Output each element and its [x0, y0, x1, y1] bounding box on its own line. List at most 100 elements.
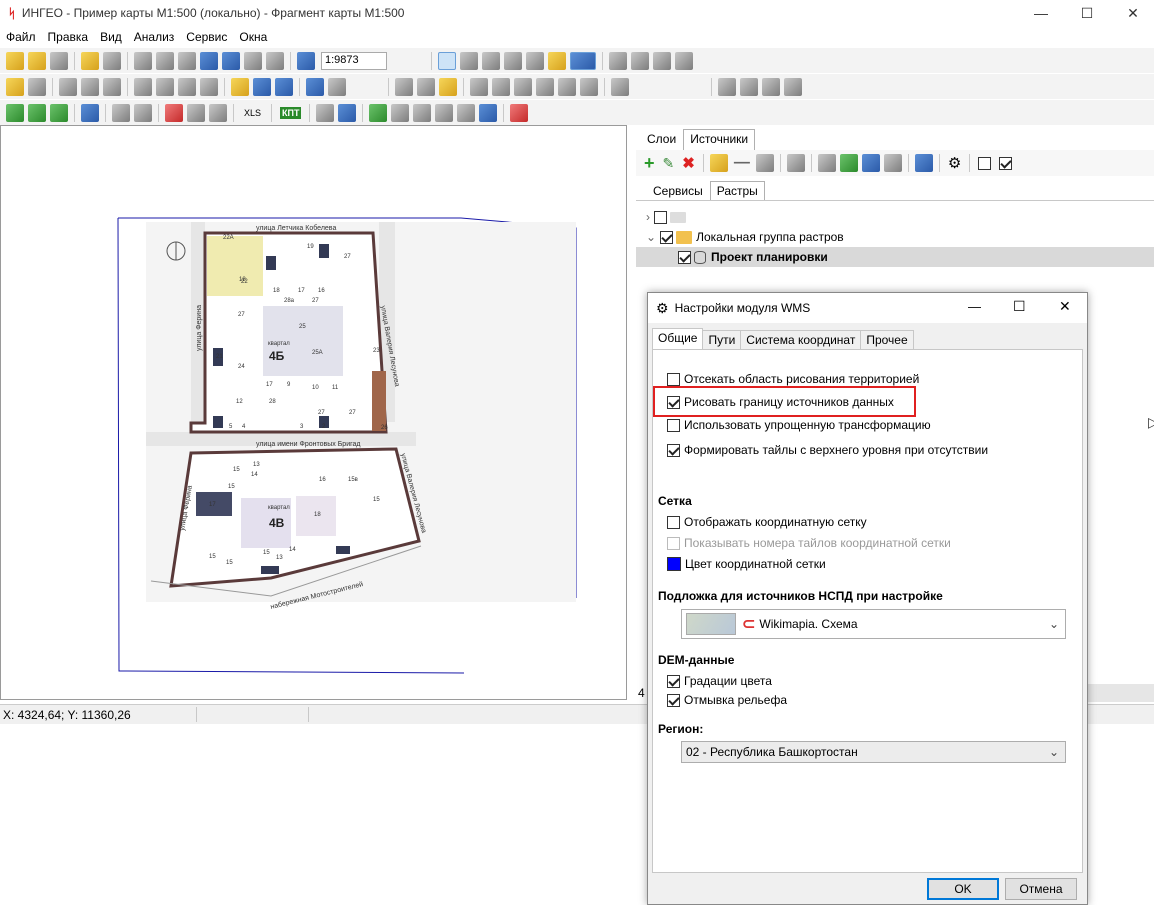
- add-icon[interactable]: +: [644, 153, 655, 174]
- tree-row-item[interactable]: Проект планировки: [636, 247, 1154, 267]
- tool-g-icon[interactable]: [187, 103, 205, 122]
- home-icon[interactable]: [391, 103, 410, 122]
- close-icon[interactable]: ✕: [1110, 0, 1154, 26]
- tool-i-icon[interactable]: [316, 103, 335, 122]
- undo-icon[interactable]: [306, 77, 324, 96]
- select-lasso-icon[interactable]: [504, 51, 522, 70]
- check-all[interactable]: [999, 156, 1013, 170]
- open-folder-icon[interactable]: [28, 51, 46, 70]
- dtab-paths[interactable]: Пути: [702, 330, 742, 349]
- measure-1-icon[interactable]: [6, 103, 24, 122]
- geo-6-icon[interactable]: [514, 77, 532, 96]
- pulse-icon[interactable]: [914, 154, 933, 172]
- copy-icon[interactable]: [59, 77, 77, 96]
- check-all-empty[interactable]: [978, 156, 992, 170]
- tool-d-icon[interactable]: [675, 51, 693, 70]
- zoom-icon[interactable]: [883, 154, 902, 172]
- opt-simple-transform[interactable]: Использовать упрощенную трансформацию: [667, 418, 931, 432]
- tool-e-icon[interactable]: [112, 103, 130, 122]
- style-icon[interactable]: [570, 51, 596, 70]
- opt-show-grid[interactable]: Отображать координатную сетку: [667, 515, 867, 529]
- zoom-out-icon[interactable]: [222, 51, 240, 70]
- geo-2-icon[interactable]: [417, 77, 435, 96]
- select-layer-icon[interactable]: [548, 51, 566, 70]
- list-icon[interactable]: [817, 154, 836, 172]
- zoom-extent-icon[interactable]: [134, 51, 152, 70]
- object-prop-icon[interactable]: [28, 77, 46, 96]
- select-arrow-icon[interactable]: [438, 51, 456, 70]
- geo-7-icon[interactable]: [536, 77, 554, 96]
- zoom-all-icon[interactable]: [244, 51, 262, 70]
- help-pointer-icon[interactable]: [328, 77, 346, 96]
- geo-8-icon[interactable]: [558, 77, 576, 96]
- item-check[interactable]: [678, 250, 691, 264]
- opt-hillshade-check[interactable]: [667, 693, 680, 707]
- table-icon[interactable]: [253, 77, 271, 96]
- dtab-general[interactable]: Общие: [652, 328, 704, 349]
- tool-m-icon[interactable]: [457, 103, 476, 122]
- dtab-other[interactable]: Прочее: [860, 330, 914, 349]
- select-poly-icon[interactable]: [526, 51, 544, 70]
- image-icon[interactable]: [839, 154, 858, 172]
- map-view[interactable]: улица Летчика Кобелева улица имени Фронт…: [0, 125, 627, 700]
- tree-row-root[interactable]: ›: [636, 207, 1154, 227]
- dtab-crs[interactable]: Система координат: [740, 330, 862, 349]
- edit-3-icon[interactable]: [178, 77, 196, 96]
- tab-services[interactable]: Сервисы: [646, 181, 710, 200]
- group-check[interactable]: [660, 230, 674, 244]
- tool-h-icon[interactable]: [209, 103, 227, 122]
- tool-l-icon[interactable]: [435, 103, 454, 122]
- opt-tiles-check[interactable]: [667, 443, 680, 457]
- edit-icon[interactable]: ✎: [663, 155, 675, 172]
- menu-analysis[interactable]: Анализ: [128, 30, 181, 44]
- opt-color-gradation-check[interactable]: [667, 674, 680, 688]
- new-object-icon[interactable]: [6, 77, 24, 96]
- tool-j-icon[interactable]: [338, 103, 357, 122]
- select-query-icon[interactable]: [460, 51, 478, 70]
- opt-clip[interactable]: Отсекать область рисования территорией: [667, 372, 919, 386]
- region-select[interactable]: 02 - Республика Башкортостан ⌄: [681, 741, 1066, 763]
- dialog-maximize-icon[interactable]: ☐: [1013, 298, 1026, 315]
- expand-icon[interactable]: [786, 154, 805, 172]
- geo-1-icon[interactable]: [395, 77, 413, 96]
- paste-icon[interactable]: [81, 77, 99, 96]
- tree-row-group[interactable]: ⌄ Локальная группа растров: [636, 227, 1154, 247]
- add-folder-icon[interactable]: [709, 154, 728, 172]
- tool-k-icon[interactable]: [413, 103, 432, 122]
- tool-b-icon[interactable]: [631, 51, 649, 70]
- scale-icon[interactable]: [297, 51, 315, 70]
- opt-tiles[interactable]: Формировать тайлы с верхнего уровня при …: [667, 443, 988, 457]
- doc-1-icon[interactable]: [718, 77, 736, 96]
- edit-2-icon[interactable]: [156, 77, 174, 96]
- tool-f-icon[interactable]: [134, 103, 152, 122]
- menu-edit[interactable]: Правка: [42, 30, 95, 44]
- tab-sources[interactable]: Источники: [683, 129, 756, 150]
- kpt-icon[interactable]: КПТ: [280, 106, 302, 119]
- search-icon[interactable]: [81, 103, 99, 122]
- opt-hillshade[interactable]: Отмывка рельефа: [667, 693, 787, 707]
- zoom-window-icon[interactable]: [178, 51, 196, 70]
- zoom-prev-icon[interactable]: [266, 51, 284, 70]
- menu-file[interactable]: Файл: [0, 30, 42, 44]
- maximize-icon[interactable]: ☐: [1064, 0, 1110, 26]
- plugin-icon[interactable]: [510, 103, 529, 122]
- panel-hscroll[interactable]: [1088, 684, 1154, 702]
- chevron-right-icon[interactable]: ›: [646, 210, 650, 224]
- doc-2-icon[interactable]: [740, 77, 758, 96]
- remove-icon[interactable]: —: [734, 154, 750, 172]
- pan-hand-icon[interactable]: [156, 51, 174, 70]
- geo-3-icon[interactable]: [439, 77, 457, 96]
- forbid-icon[interactable]: [165, 103, 183, 122]
- scale-input[interactable]: 1:9873: [321, 51, 387, 70]
- grid-color-swatch[interactable]: [667, 557, 681, 571]
- measure-3-icon[interactable]: [50, 103, 68, 122]
- tool-a-icon[interactable]: [609, 51, 627, 70]
- delete-icon[interactable]: ✖: [682, 154, 695, 172]
- chevron-down-icon[interactable]: ⌄: [646, 230, 656, 244]
- tool-c-icon[interactable]: [653, 51, 671, 70]
- save-icon[interactable]: [755, 154, 774, 172]
- geo-4-icon[interactable]: [470, 77, 488, 96]
- geo-10-icon[interactable]: [611, 77, 629, 96]
- xls-icon[interactable]: XLS: [244, 108, 261, 118]
- geo-5-icon[interactable]: [492, 77, 510, 96]
